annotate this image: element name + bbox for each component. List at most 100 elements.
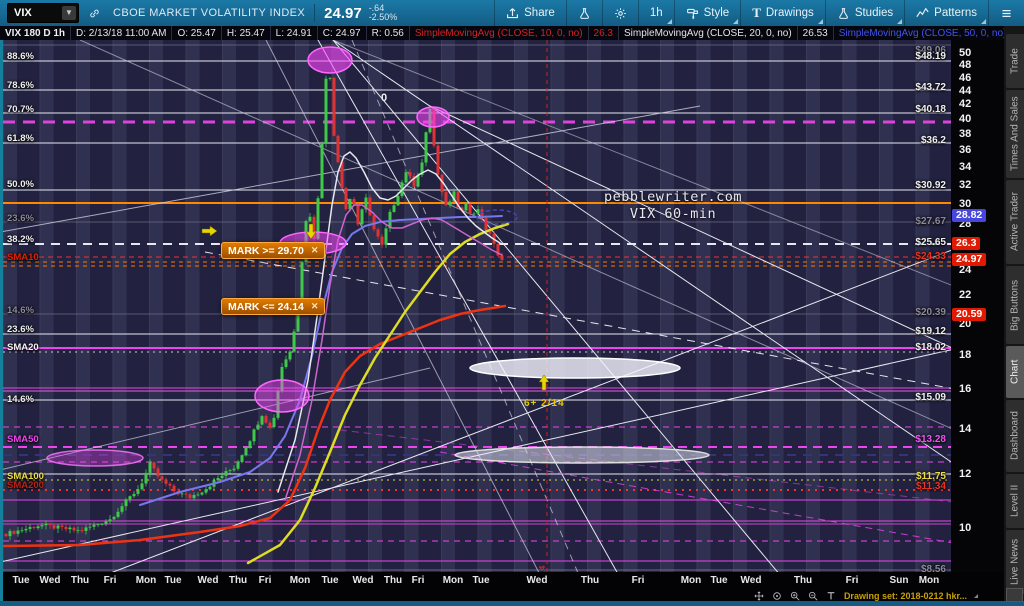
toolbar-quick-study-button[interactable] <box>566 0 602 26</box>
drawing-ellipse[interactable] <box>308 47 352 73</box>
day-label: Thu <box>229 575 247 586</box>
toolbar-share-button[interactable]: Share <box>494 0 566 26</box>
trend-line[interactable] <box>333 40 806 572</box>
axis-price-flag: 26.3 <box>952 237 980 250</box>
axis-tick: 34 <box>959 161 971 173</box>
sidebar-tab-active-trader[interactable]: Active Trader <box>1006 180 1024 264</box>
sidebar-tab-trade[interactable]: Trade <box>1006 34 1024 88</box>
fib-level-label: 50.0% <box>7 179 34 190</box>
status-bar: Drawing set: 2018-0212 hkr... <box>3 590 1004 601</box>
trend-line[interactable] <box>340 430 951 508</box>
toolbar-settings-button[interactable] <box>602 0 638 26</box>
day-label: Thu <box>794 575 812 586</box>
alert-mark-below[interactable]: MARK <= 24.14 ✕ <box>221 298 325 315</box>
toolbar-drawings-button[interactable]: TDrawings <box>740 0 825 26</box>
trend-line[interactable] <box>352 40 592 572</box>
sidebar-tab-live-news[interactable]: Live News <box>1006 530 1024 594</box>
sidebar-tab-level-ii[interactable]: Level II <box>1006 474 1024 528</box>
chart-canvas[interactable]: pebblewriter.com VIX 60-min 0 6+ 2/14 JW… <box>3 40 951 572</box>
price-change: -.64 -2.50% <box>369 4 398 23</box>
drawing-ellipse[interactable] <box>255 380 309 412</box>
close-icon[interactable]: ✕ <box>311 301 319 312</box>
day-label: Wed <box>198 575 219 586</box>
day-label: Wed <box>741 575 762 586</box>
sidebar-tab-chart[interactable]: Chart <box>1006 346 1024 398</box>
day-label: Mon <box>681 575 702 586</box>
watermark: pebblewriter.com VIX 60-min <box>563 189 783 223</box>
toolbar-studies-button[interactable]: Studies <box>825 0 904 26</box>
link-icon[interactable] <box>85 4 103 22</box>
fib-level-label: 88.6% <box>7 51 34 62</box>
axis-price-flag: 20.59 <box>952 308 986 321</box>
day-label: Thu <box>384 575 402 586</box>
price-axis[interactable]: 5048464442403836343230282422201816141210… <box>951 40 1004 572</box>
header-cell-6: R: 0.56 <box>367 26 410 40</box>
axis-tick: 16 <box>959 383 971 395</box>
price-level-label: $48.19 <box>915 51 946 62</box>
zoom-out-icon[interactable] <box>808 590 819 601</box>
sidebar-tab-times-and-sales[interactable]: Times And Sales <box>1006 90 1024 178</box>
pan-icon[interactable] <box>754 590 765 601</box>
drawing-ellipse[interactable] <box>455 447 709 463</box>
scrollbar-corner[interactable] <box>1006 588 1023 602</box>
axis-tick: 24 <box>959 264 971 276</box>
axis-tick: 50 <box>959 47 971 59</box>
window-accent-left <box>0 26 3 601</box>
trend-line[interactable] <box>80 40 951 452</box>
watermark-line2: VIX 60-min <box>563 206 783 223</box>
axis-tick: 38 <box>959 128 971 140</box>
day-label: Fri <box>412 575 425 586</box>
toolbar-timeframe-button[interactable]: 1h <box>638 0 674 26</box>
chart-plot <box>3 40 951 572</box>
trend-line[interactable] <box>430 106 951 372</box>
day-label: Fri <box>632 575 645 586</box>
alert-mark-above[interactable]: MARK >= 29.70 ✕ <box>221 242 325 259</box>
dropdown-corner-icon <box>981 19 986 24</box>
symbol-caret-icon[interactable]: ▼ <box>62 6 76 20</box>
time-axis[interactable]: TueWedThuFriMonTueWedThuFriMonTueWedThuF… <box>3 572 1004 590</box>
fib-level-label: 70.7% <box>7 104 34 115</box>
price-level-label: $25.65 <box>915 237 946 248</box>
axis-tick: 44 <box>959 85 971 97</box>
symbol-select[interactable]: VIX ▼ <box>7 3 79 23</box>
price-level-label: $43.72 <box>915 82 946 93</box>
sidebar-tab-dashboard[interactable]: Dashboard <box>1006 400 1024 472</box>
close-icon[interactable]: ✕ <box>311 245 319 256</box>
drawing-ellipse[interactable] <box>417 107 449 127</box>
text-tool-icon[interactable] <box>826 590 837 601</box>
day-label: Thu <box>71 575 89 586</box>
zoom-in-icon[interactable] <box>790 590 801 601</box>
toolbar-menu-button[interactable] <box>988 0 1024 26</box>
day-label: Fri <box>104 575 117 586</box>
axis-tick: 14 <box>959 423 971 435</box>
crosshair-icon[interactable] <box>772 590 783 601</box>
sidebar-tab-big-buttons[interactable]: Big Buttons <box>1006 266 1024 344</box>
arrow-right-marker[interactable] <box>202 226 217 236</box>
header-cell-5: C: 24.97 <box>318 26 367 40</box>
top-toolbar: VIX ▼ CBOE MARKET VOLATILITY INDEX 24.97… <box>0 0 1024 26</box>
price-level-label: $19.12 <box>915 326 946 337</box>
price-level-label: $15.09 <box>915 392 946 403</box>
trend-line[interactable] <box>440 452 951 552</box>
day-label: Tue <box>321 575 338 586</box>
toolbar-patterns-button[interactable]: Patterns <box>904 0 988 26</box>
drawings-text-icon: T <box>752 5 761 21</box>
chart-header: VIX 180 D 1hD: 2/13/18 11:00 AMO: 25.47H… <box>0 26 1004 40</box>
dropdown-corner-icon <box>733 19 738 24</box>
drawing-ellipse[interactable] <box>470 358 680 378</box>
axis-tick: 10 <box>959 522 971 534</box>
drawing-ellipse[interactable] <box>47 450 143 466</box>
dropdown-corner-icon <box>897 19 902 24</box>
window-accent-bottom <box>0 601 1024 606</box>
fib-level-label: 14.6% <box>7 394 34 405</box>
day-label: Wed <box>40 575 61 586</box>
trend-line[interactable] <box>318 40 636 572</box>
change-percent: -2.50% <box>369 13 398 23</box>
thinkorswim-chart-window: VIX ▼ CBOE MARKET VOLATILITY INDEX 24.97… <box>0 0 1024 606</box>
trend-line[interactable] <box>333 40 951 306</box>
axis-tick: 40 <box>959 113 971 125</box>
symbol-value: VIX <box>8 7 62 19</box>
price-level-label: $36.2 <box>921 135 946 146</box>
drawing-set-selector[interactable]: Drawing set: 2018-0212 hkr... <box>844 591 967 601</box>
toolbar-style-button[interactable]: Style <box>674 0 741 26</box>
